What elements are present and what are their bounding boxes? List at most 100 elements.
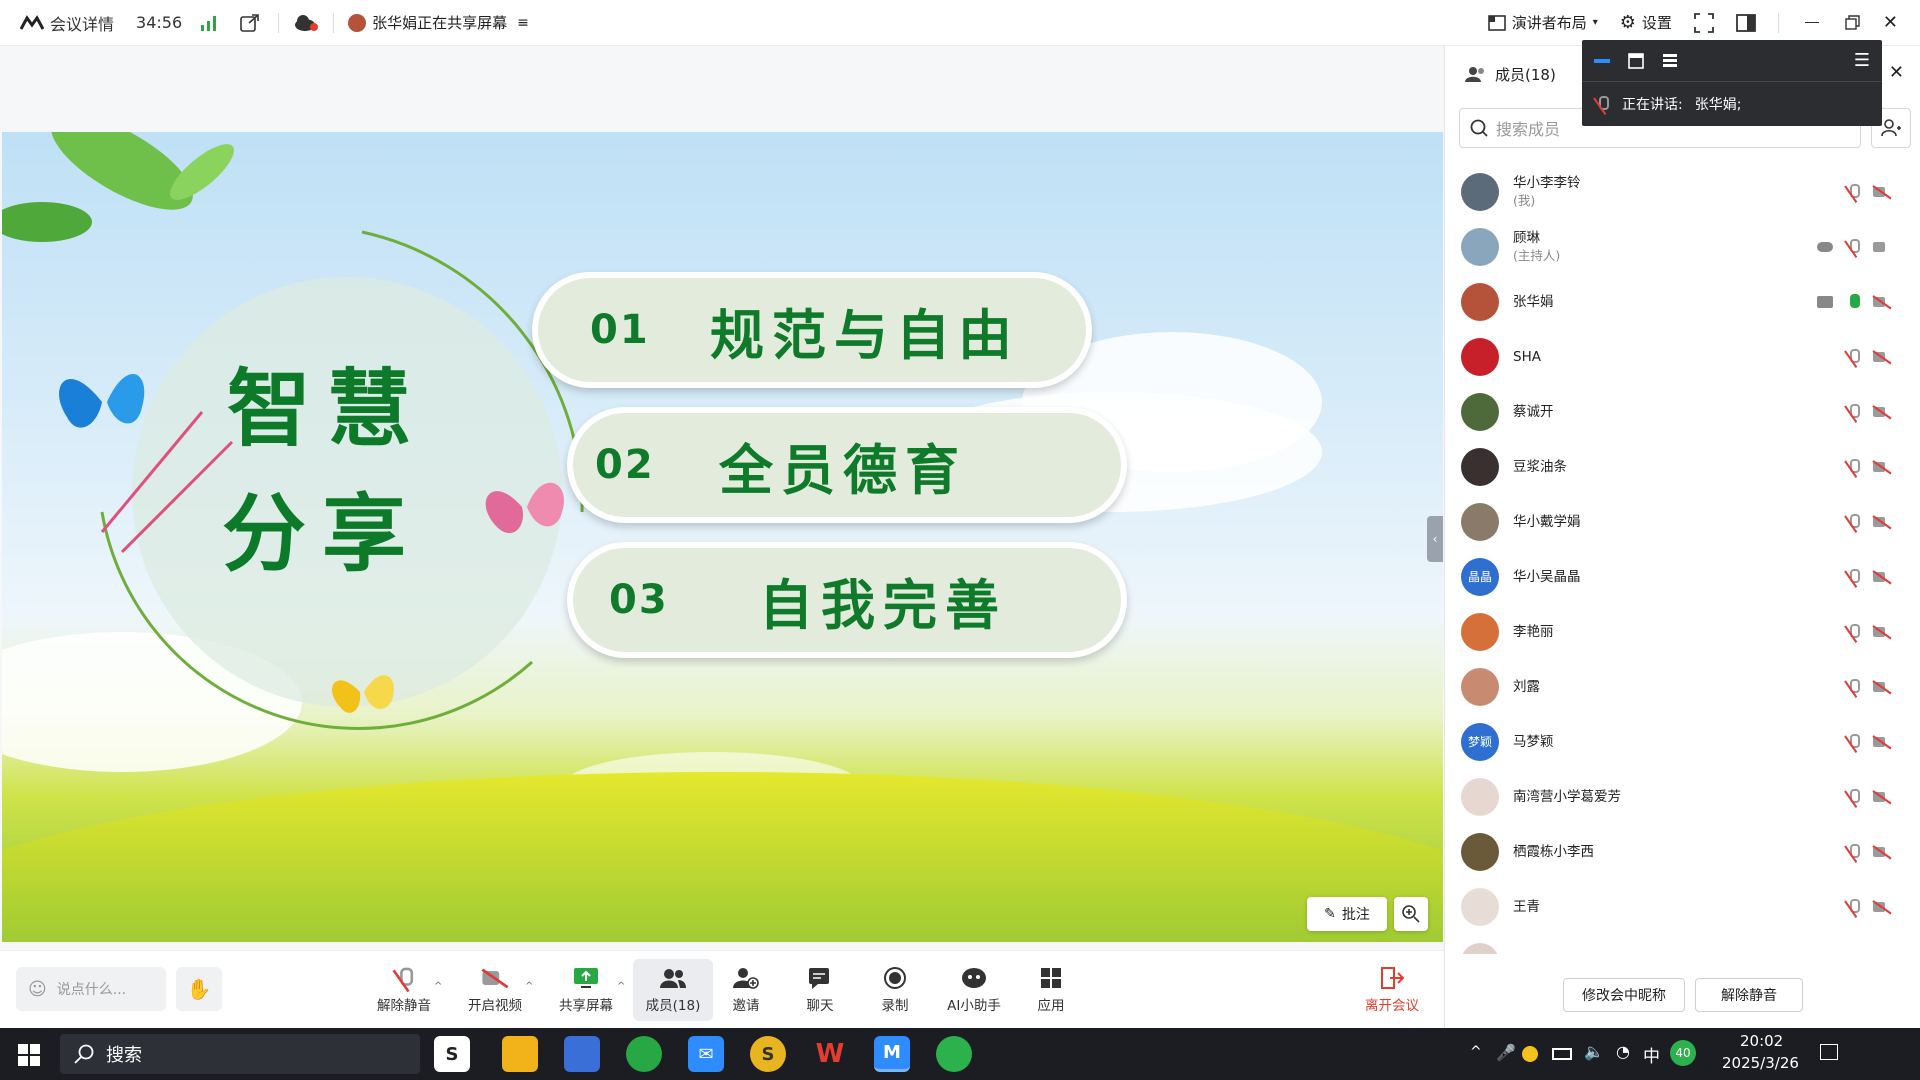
collapse-panel-handle[interactable]: ‹ (1427, 516, 1443, 562)
settings-button[interactable]: ⚙ 设置 (1620, 0, 1672, 46)
popout-icon[interactable] (240, 13, 260, 32)
camera-off-icon[interactable] (1873, 570, 1891, 584)
camera-off-icon[interactable] (1873, 460, 1891, 474)
mic-off-icon[interactable] (1845, 568, 1861, 586)
window-mode-icon[interactable] (1628, 52, 1644, 69)
member-row[interactable]: 梦颖 马梦颖 (1445, 714, 1920, 769)
chevron-up-icon[interactable]: ^ (1470, 1044, 1482, 1060)
chat-button[interactable]: 聊天 (780, 959, 860, 1021)
wechat-icon[interactable] (936, 1036, 972, 1072)
mic-off-icon[interactable] (1845, 238, 1861, 256)
record-button[interactable]: 录制 (855, 959, 935, 1021)
member-row[interactable]: SHA (1445, 329, 1920, 384)
windows-start-icon[interactable] (18, 1044, 40, 1066)
member-row[interactable]: 李艳丽 (1445, 604, 1920, 659)
camera-off-icon[interactable] (1873, 515, 1891, 529)
tencent-meeting-taskbar-icon[interactable]: M (874, 1036, 910, 1072)
chevron-up-icon[interactable]: ^ (434, 981, 442, 992)
camera-off-icon[interactable] (1873, 845, 1891, 859)
member-row[interactable]: 蔡诚开 (1445, 384, 1920, 439)
member-row[interactable]: 华小李李铃 (我) (1445, 164, 1920, 219)
wps-icon[interactable]: W (812, 1036, 848, 1072)
app-icon[interactable]: S (750, 1036, 786, 1072)
camera-off-icon[interactable] (1873, 680, 1891, 694)
fullscreen-icon[interactable] (1694, 12, 1714, 33)
member-row[interactable]: 燕小方婷婷 (1445, 934, 1920, 954)
sidebar-toggle-icon[interactable] (1736, 13, 1756, 33)
mic-off-icon[interactable] (1845, 403, 1861, 421)
members-button[interactable]: 成员(18) (633, 959, 713, 1021)
store-icon[interactable] (564, 1036, 600, 1072)
member-row[interactable]: 刘露 (1445, 659, 1920, 714)
raise-hand-button[interactable]: ✋ (176, 967, 222, 1011)
mic-off-icon[interactable] (1845, 843, 1861, 861)
apps-button[interactable]: 应用 (1011, 959, 1091, 1021)
start-video-button[interactable]: 开启视频 (455, 959, 535, 1021)
restore-icon[interactable] (1845, 14, 1861, 31)
meeting-details-button[interactable]: 会议详情 (20, 0, 114, 46)
member-row[interactable]: 顾琳 (主持人) (1445, 219, 1920, 274)
mic-off-icon[interactable] (1845, 183, 1861, 201)
mail-icon[interactable]: ✉ (688, 1036, 724, 1072)
member-row[interactable]: 豆浆油条 (1445, 439, 1920, 494)
close-icon[interactable]: ✕ (1883, 12, 1898, 33)
share-screen-button[interactable]: 共享屏幕 (546, 959, 626, 1021)
mic-off-icon[interactable] (1845, 733, 1861, 751)
layout-button[interactable]: 演讲者布局 ▾ (1487, 0, 1598, 46)
minimize-icon[interactable] (1804, 22, 1819, 23)
annotate-button[interactable]: ✎ 批注 (1307, 897, 1387, 931)
chevron-up-icon[interactable]: ^ (617, 981, 625, 992)
member-row[interactable]: 晶晶 华小吴晶晶 (1445, 549, 1920, 604)
close-panel-icon[interactable]: ✕ (1889, 62, 1904, 83)
battery-icon[interactable] (1552, 1048, 1572, 1060)
menu-icon[interactable]: ☰ (1854, 50, 1870, 71)
mic-off-icon[interactable] (1845, 623, 1861, 641)
mic-off-icon[interactable] (1845, 953, 1861, 954)
member-row[interactable]: 南湾营小学葛爱芳 (1445, 769, 1920, 824)
member-row[interactable]: 华小戴学娟 (1445, 494, 1920, 549)
camera-off-icon[interactable] (1873, 295, 1891, 309)
chevron-up-icon[interactable]: ^ (525, 981, 533, 992)
unmute-all-button[interactable]: 解除静音 (1695, 978, 1803, 1012)
taskbar-date[interactable]: 2025/3/26 (1722, 1054, 1799, 1072)
ai-app-icon[interactable]: S (434, 1036, 470, 1072)
member-row[interactable]: 栖霞栋小李西 (1445, 824, 1920, 879)
camera-on-icon[interactable] (1873, 240, 1891, 254)
notification-badge[interactable]: 40 (1670, 1040, 1696, 1066)
mic-off-icon[interactable] (1845, 678, 1861, 696)
unmute-button[interactable]: 解除静音 (364, 959, 444, 1021)
camera-off-icon[interactable] (1873, 350, 1891, 364)
taskbar-search[interactable]: 搜索 (60, 1034, 420, 1074)
mic-on-icon[interactable] (1845, 293, 1861, 311)
app-tray-icon[interactable] (1522, 1046, 1538, 1062)
camera-off-icon[interactable] (1873, 625, 1891, 639)
camera-off-icon[interactable] (1873, 405, 1891, 419)
show-desktop-icon[interactable] (1820, 1044, 1838, 1060)
invite-button[interactable]: 邀请 (706, 959, 786, 1021)
member-row[interactable]: 王青 (1445, 879, 1920, 934)
signal-bars-icon[interactable] (200, 15, 218, 31)
ai-assistant-button[interactable]: AI小助手 (934, 959, 1014, 1021)
browser-icon[interactable] (626, 1036, 662, 1072)
mic-off-icon[interactable] (1845, 898, 1861, 916)
volume-icon[interactable]: 🔈 (1584, 1042, 1604, 1061)
sharing-status[interactable]: 张华娟正在共享屏幕 ≡ (348, 0, 529, 46)
mic-off-icon[interactable] (1845, 513, 1861, 531)
wifi-icon[interactable]: ◔ (1616, 1042, 1630, 1061)
mic-off-icon[interactable] (1845, 348, 1861, 366)
microphone-tray-icon[interactable]: 🎤 (1496, 1043, 1516, 1062)
camera-off-icon[interactable] (1873, 790, 1891, 804)
taskbar-time[interactable]: 20:02 (1740, 1032, 1783, 1050)
file-explorer-icon[interactable] (502, 1036, 538, 1072)
camera-off-icon[interactable] (1873, 900, 1891, 914)
mic-off-icon[interactable] (1845, 458, 1861, 476)
list-mode-icon[interactable] (1662, 53, 1678, 69)
quick-chat-input[interactable]: ☺ 说点什么... (16, 967, 166, 1011)
camera-off-icon[interactable] (1873, 185, 1891, 199)
mic-off-icon[interactable] (1845, 788, 1861, 806)
rename-button[interactable]: 修改会中昵称 (1563, 978, 1685, 1012)
member-row[interactable]: 张华娟 (1445, 274, 1920, 329)
camera-off-icon[interactable] (1873, 735, 1891, 749)
ime-language[interactable]: 中 (1643, 1042, 1660, 1067)
zoom-button[interactable] (1394, 897, 1428, 931)
